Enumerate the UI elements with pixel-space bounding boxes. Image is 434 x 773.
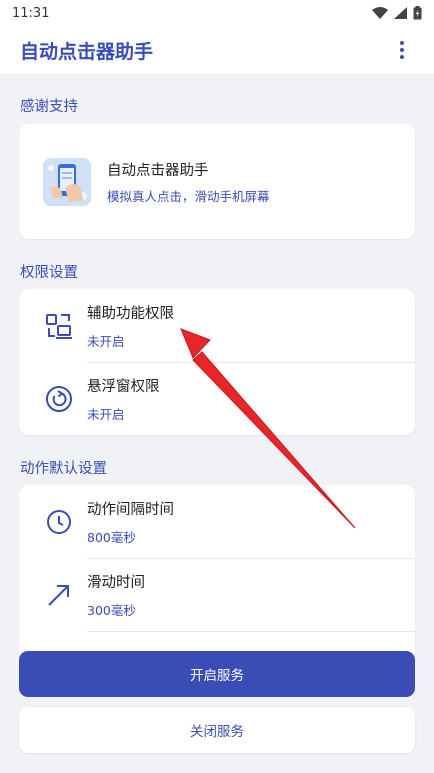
setting-item-swipe-time[interactable]: 滑动时间 300毫秒 (19, 558, 415, 631)
section-title-support: 感谢支持 (20, 99, 78, 115)
status-icons (372, 6, 422, 20)
permission-status: 未开启 (87, 406, 125, 422)
setting-title: 滑动时间 (87, 574, 145, 591)
app-name: 自动点击器助手 (107, 162, 209, 179)
setting-value: 800毫秒 (87, 529, 136, 545)
status-time: 11:31 (12, 5, 50, 21)
permissions-card: 辅助功能权限 未开启 悬浮窗权限 未开启 (19, 289, 415, 435)
setting-value: 300毫秒 (87, 602, 136, 618)
signal-icon (394, 7, 407, 19)
permission-title: 悬浮窗权限 (87, 378, 160, 395)
permission-status: 未开启 (87, 333, 125, 349)
battery-icon (413, 6, 422, 20)
start-service-button[interactable]: 开启服务 (19, 651, 415, 697)
stop-service-button[interactable]: 关闭服务 (19, 707, 415, 753)
divider (87, 631, 415, 632)
floating-window-icon (46, 385, 72, 412)
more-vert-icon (400, 41, 404, 59)
swipe-arrow-icon (48, 584, 69, 606)
defaults-card: 动作间隔时间 800毫秒 滑动时间 300毫秒 (19, 485, 415, 655)
section-title-permissions: 权限设置 (20, 265, 78, 281)
more-options-button[interactable] (390, 38, 414, 62)
app-logo (43, 157, 91, 206)
status-bar: 11:31 (0, 0, 434, 26)
permission-item-floating-window[interactable]: 悬浮窗权限 未开启 (19, 362, 415, 435)
setting-item-interval[interactable]: 动作间隔时间 800毫秒 (19, 485, 415, 558)
permission-item-accessibility[interactable]: 辅助功能权限 未开启 (19, 289, 415, 362)
clock-icon (47, 509, 71, 534)
app-title: 自动点击器助手 (20, 40, 154, 63)
accessibility-icon (46, 313, 72, 339)
permission-title: 辅助功能权限 (87, 305, 174, 322)
wifi-icon (372, 7, 388, 19)
section-title-defaults: 动作默认设置 (20, 461, 107, 477)
setting-title: 动作间隔时间 (87, 501, 174, 518)
app-description: 模拟真人点击，滑动手机屏幕 (107, 188, 270, 204)
app-bar: 自动点击器助手 (0, 26, 434, 74)
app-info-card[interactable]: 自动点击器助手 模拟真人点击，滑动手机屏幕 (19, 124, 415, 239)
